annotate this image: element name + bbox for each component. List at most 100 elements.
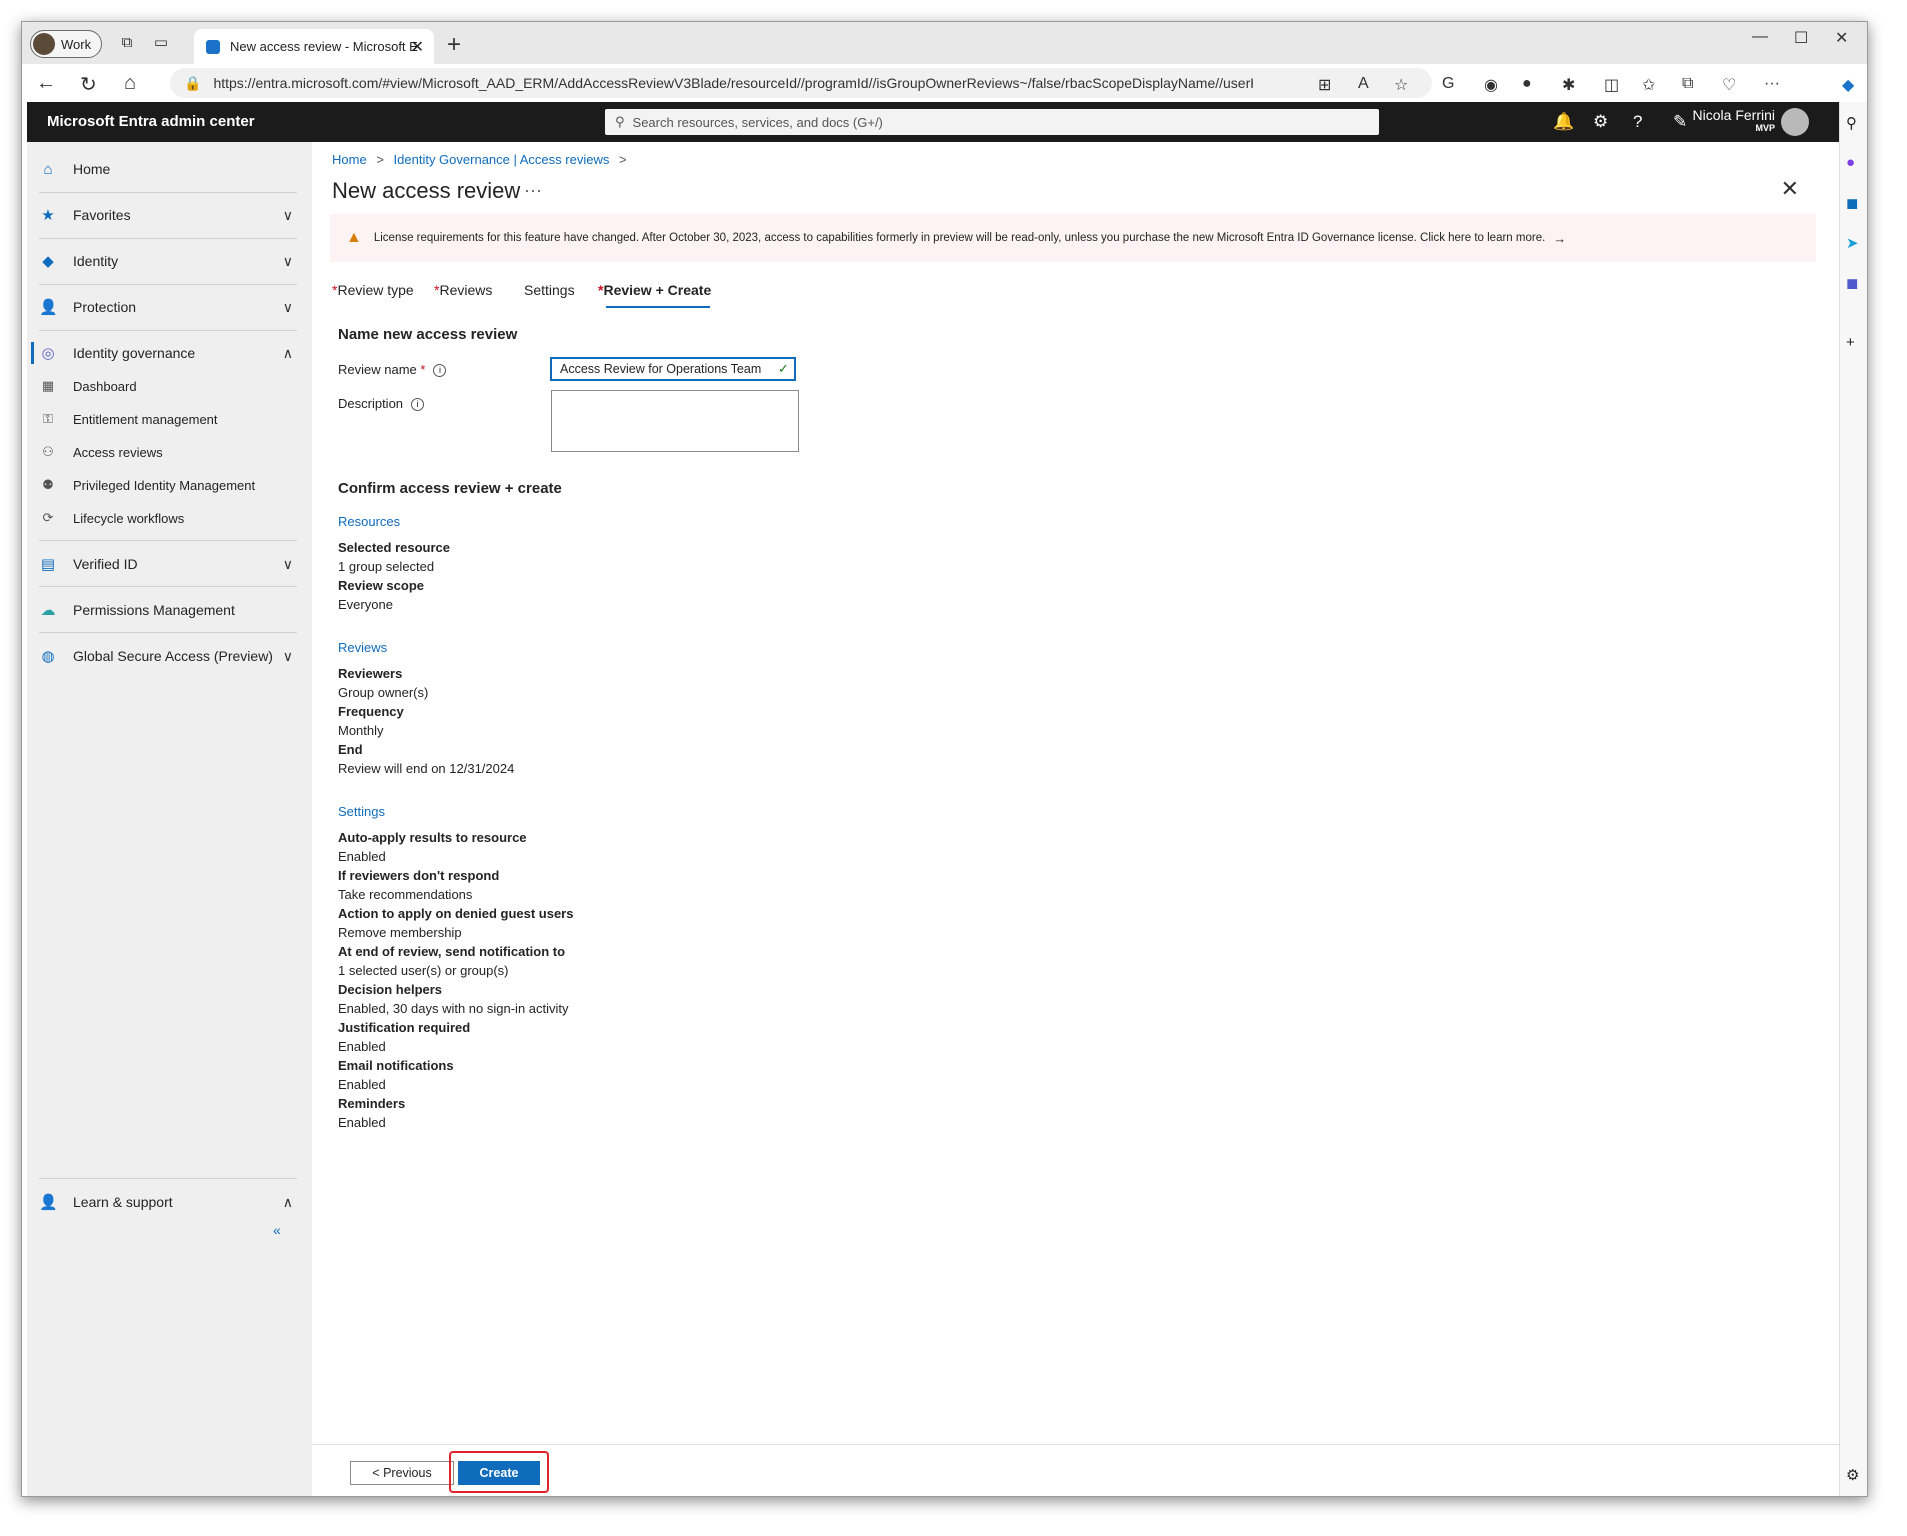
nav-lifecycle-workflows[interactable]: ⟳ Lifecycle workflows [39,508,297,528]
create-button[interactable]: Create [458,1461,540,1485]
home-icon[interactable]: ⌂ [124,72,136,95]
more-options-icon[interactable]: ··· [524,180,542,201]
minimize-icon[interactable]: — [1752,28,1768,46]
sidebar-add-icon[interactable]: + [1846,334,1855,351]
info-icon[interactable]: i [433,364,447,378]
tab-reviews[interactable]: *Reviews [434,282,492,298]
summary-item: Selected resource 1 group selected [338,538,450,576]
maximize-icon[interactable]: ☐ [1794,28,1808,48]
tab-review-type[interactable]: *Review type [332,282,414,298]
tab-settings[interactable]: Settings [524,282,575,298]
breadcrumb-governance[interactable]: Identity Governance | Access reviews [394,152,610,167]
chevron-up-icon[interactable]: ∧ [283,345,293,362]
settings-gear-icon[interactable]: ⚙ [1593,112,1608,132]
nav-identity[interactable]: ◆ Identity ∨ [39,250,297,272]
info-icon[interactable]: i [411,398,425,412]
tab-close-icon[interactable]: ✕ [411,37,424,57]
favorites-list-icon[interactable]: ✩ [1642,75,1655,95]
notifications-icon[interactable]: 🔔 [1553,112,1574,132]
chevron-down-icon[interactable]: ∨ [283,253,293,270]
chevron-down-icon[interactable]: ∨ [283,299,293,316]
nav-global-secure-access[interactable]: ◍ Global Secure Access (Preview) ∨ [39,645,297,667]
help-icon[interactable]: ? [1633,112,1642,132]
license-banner[interactable]: ▲ License requirements for this feature … [330,214,1816,262]
sidebar-teams-icon[interactable]: ◼ [1846,274,1858,292]
chevron-down-icon[interactable]: ∨ [283,207,293,224]
summary-key: Review scope [338,578,424,593]
nav-pim-label: Privileged Identity Management [73,477,256,493]
split-screen-icon[interactable]: ◫ [1604,75,1619,95]
summary-key: Email notifications [338,1058,454,1073]
nav-pim[interactable]: ⚉ Privileged Identity Management [39,475,297,495]
nav-access-reviews[interactable]: ⚇ Access reviews [39,442,297,462]
arrow-right-icon[interactable]: → [1553,231,1566,246]
settings-more-icon[interactable]: ··· [1764,75,1780,93]
summary-value: Enabled [338,849,386,864]
chevron-down-icon[interactable]: ∨ [283,648,293,665]
sidebar-send-icon[interactable]: ➤ [1846,234,1859,252]
account-menu[interactable]: Nicola Ferrini MVP [1693,107,1775,133]
address-bar[interactable]: 🔒 https://entra.microsoft.com/#view/Micr… [170,68,1432,98]
read-aloud-icon[interactable]: A [1358,75,1369,93]
summary-item: If reviewers don't respond Take recommend… [338,866,499,904]
previous-button[interactable]: < Previous [350,1461,454,1485]
browser-tab[interactable]: New access review - Microsoft E ✕ [194,29,434,64]
window-close-icon[interactable]: ✕ [1835,28,1848,48]
app-available-icon[interactable]: ⊞ [1318,75,1331,95]
feedback-icon[interactable]: ✎ [1673,112,1687,132]
breadcrumb-home[interactable]: Home [332,152,367,167]
nav-permissions-label: Permissions Management [73,602,235,618]
sidebar-outlook-icon[interactable]: ◼ [1846,194,1858,212]
nav-identity-governance[interactable]: ◎ Identity governance ∧ [39,342,297,364]
collapse-nav-icon[interactable]: « [273,1222,281,1238]
nav-home-label: Home [73,161,111,177]
user-avatar[interactable] [1781,108,1809,136]
workspaces-icon[interactable]: ⧉ [118,34,136,52]
back-icon[interactable]: ← [36,72,56,95]
summary-item: Frequency Monthly [338,702,404,740]
summary-value: Enabled, 30 days with no sign-in activit… [338,1001,569,1016]
extension-shield-icon[interactable]: ◉ [1484,75,1498,95]
lock-icon[interactable]: 🔒 [184,75,201,92]
copilot-icon[interactable]: ◆ [1842,75,1854,95]
close-blade-icon[interactable]: ✕ [1781,176,1799,202]
sidebar-search-icon[interactable]: ⚲ [1846,114,1857,132]
sidebar-copilot-icon[interactable]: ● [1846,154,1855,171]
summary-key: Decision helpers [338,982,443,997]
nav-home[interactable]: ⌂ Home [39,158,297,180]
nav-protection[interactable]: 👤 Protection ∨ [39,296,297,318]
refresh-icon[interactable]: ↻ [80,72,97,97]
nav-favorites[interactable]: ★ Favorites ∨ [39,204,297,226]
nav-entitlement-management[interactable]: ⚿ Entitlement management [39,409,297,429]
settings-group-title: Settings [338,804,385,819]
edge-sidebar: ⚲ ● ◼ ➤ ◼ + ⚙ [1839,102,1867,1496]
tab-review-create[interactable]: *Review + Create [598,282,711,298]
nav-divider [39,540,297,541]
nav-dashboard[interactable]: ▦ Dashboard [39,376,297,396]
extension-stop-icon[interactable]: ● [1522,75,1532,93]
global-search[interactable]: ⚲ Search resources, services, and docs (… [605,109,1379,135]
chevron-down-icon[interactable]: ∨ [283,556,293,573]
portal-brand[interactable]: Microsoft Entra admin center [47,113,255,130]
summary-key: At end of review, send notification to [338,944,566,959]
favorite-star-icon[interactable]: ☆ [1394,75,1408,95]
lifecycle-icon: ⟳ [42,510,54,525]
sidebar-settings-icon[interactable]: ⚙ [1846,1466,1859,1484]
collections-icon[interactable]: ⧉ [1682,75,1693,93]
description-textarea[interactable] [551,390,799,452]
review-name-input[interactable] [550,357,796,381]
extension-g-icon[interactable]: G [1442,75,1454,93]
permissions-cloud-icon: ☁ [40,602,56,619]
tab-actions-icon[interactable]: ▭ [152,34,170,52]
nav-verified-id[interactable]: ▤ Verified ID ∨ [39,553,297,575]
chevron-up-icon[interactable]: ∧ [283,1194,293,1211]
new-tab-icon[interactable]: + [447,31,461,59]
nav-divider [39,238,297,239]
browser-essentials-icon[interactable]: ♡ [1722,75,1736,95]
name-section-heading: Name new access review [338,326,518,343]
search-placeholder: Search resources, services, and docs (G+… [632,114,883,130]
profile-button[interactable]: Work [30,30,102,58]
extensions-puzzle-icon[interactable]: ✱ [1562,75,1575,95]
nav-learn-support[interactable]: 👤 Learn & support ∧ [39,1191,297,1213]
nav-permissions-management[interactable]: ☁ Permissions Management [39,599,297,621]
